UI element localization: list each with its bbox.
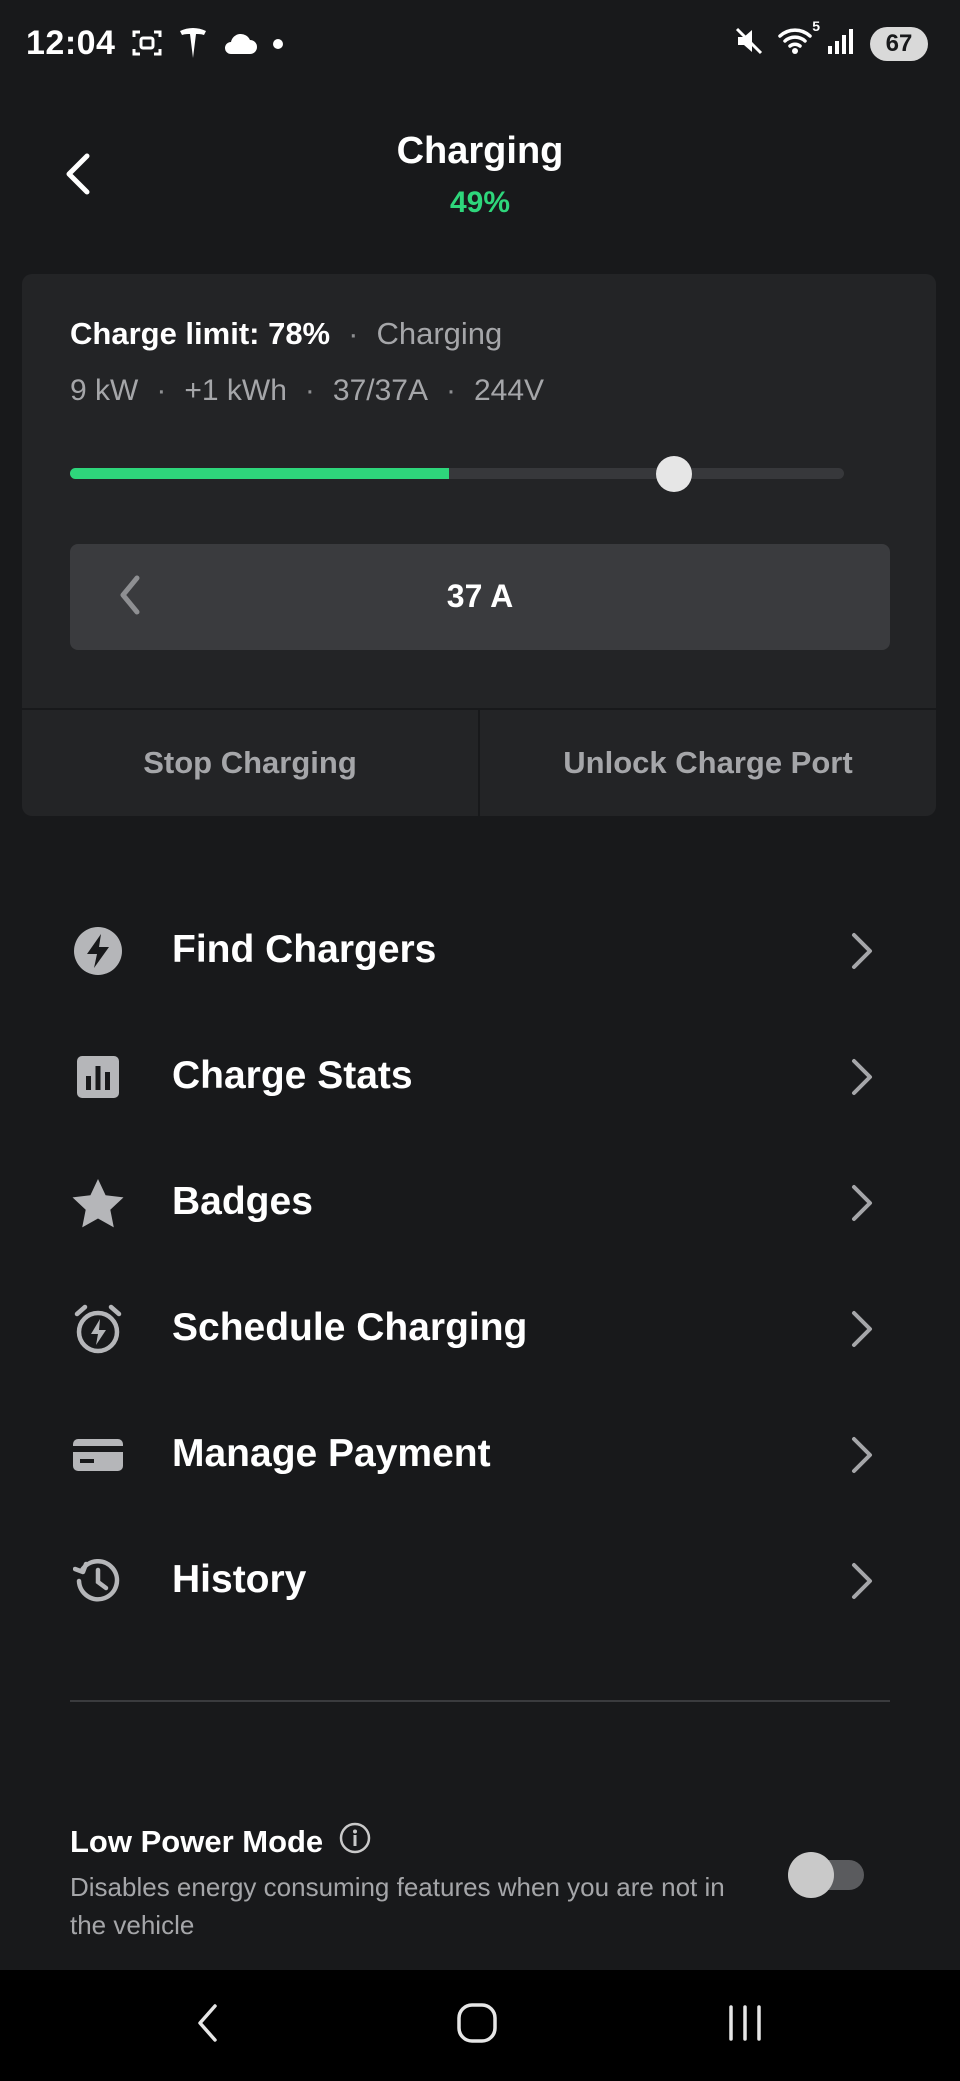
low-power-mode-description: Disables energy consuming features when … [70,1872,725,1940]
lightning-bolt-icon [70,923,126,979]
menu-item-label: Badges [172,1180,313,1223]
low-power-mode-label: Low Power Mode [70,1824,324,1859]
history-icon [70,1553,126,1609]
chevron-left-icon [195,2002,221,2049]
info-icon[interactable] [339,1822,371,1862]
menu-item-label: Schedule Charging [172,1306,528,1349]
menu-item-label: Manage Payment [172,1432,491,1475]
battery-icon: 67 [870,26,928,61]
menu-item-manage-payment[interactable]: Manage Payment [0,1392,960,1518]
chevron-right-icon [846,929,878,973]
dot-icon [272,37,284,55]
separator: · [348,316,359,351]
status-left-icons [130,26,284,65]
charge-stats-line: 9 kW · +1 kWh · 37/37A · 244V [70,374,544,408]
stop-charging-button[interactable]: Stop Charging [22,710,478,816]
home-icon [455,2001,499,2050]
current-value: 37/37A [332,374,428,407]
menu-item-history[interactable]: History [0,1518,960,1644]
chevron-right-icon [846,1433,878,1477]
credit-card-icon [70,1427,126,1483]
wifi-badge: 5 [812,18,820,34]
cloud-icon [222,30,258,61]
menu-item-find-chargers[interactable]: Find Chargers [0,888,960,1014]
bar-chart-icon [70,1049,126,1105]
unlock-charge-port-button[interactable]: Unlock Charge Port [480,710,936,816]
low-power-mode-toggle-knob[interactable] [788,1852,834,1898]
chevron-right-icon [846,1055,878,1099]
low-power-mode-title: Low Power Mode [70,1822,371,1862]
menu-item-label: Charge Stats [172,1054,413,1097]
charge-limit-label[interactable]: Charge limit: 78% [70,316,330,352]
alarm-clock-icon [70,1301,126,1357]
screenshot-icon [130,26,164,65]
wifi-icon: 5 [778,18,820,61]
charge-limit-slider-thumb[interactable] [656,456,692,492]
separator: · [304,374,315,407]
star-icon [70,1175,126,1231]
separator: · [156,374,167,407]
menu-item-charge-stats[interactable]: Charge Stats [0,1014,960,1140]
recents-icon [725,2004,765,2046]
charge-status-line: Charge limit: 78% · Charging [70,316,502,352]
nav-home-button[interactable] [437,1994,517,2056]
menu-item-label: Find Chargers [172,928,437,971]
page-title: Charging [396,130,564,172]
chevron-right-icon [846,1559,878,1603]
signal-icon [826,26,856,61]
charging-state-label: Charging [376,316,503,351]
nav-recents-button[interactable] [705,1994,785,2056]
chevron-right-icon [846,1307,878,1351]
chevron-right-icon [846,1181,878,1225]
menu-item-label: History [172,1558,307,1601]
status-right-icons: 5 67 [734,18,928,61]
charge-level-fill [70,468,449,479]
voltage-value: 244V [473,374,545,407]
status-time: 12:04 [26,24,116,62]
energy-added-value: +1 kWh [184,374,287,407]
tesla-icon [178,26,208,65]
amperage-value: 37 A [446,578,514,614]
nav-back-button[interactable] [168,1994,248,2056]
divider [70,1700,890,1702]
charge-percentage: 49% [449,186,511,219]
separator: · [445,374,456,407]
mute-icon [734,26,764,61]
menu-item-schedule-charging[interactable]: Schedule Charging [0,1266,960,1392]
power-value: 9 kW [70,374,139,407]
menu-item-badges[interactable]: Badges [0,1140,960,1266]
